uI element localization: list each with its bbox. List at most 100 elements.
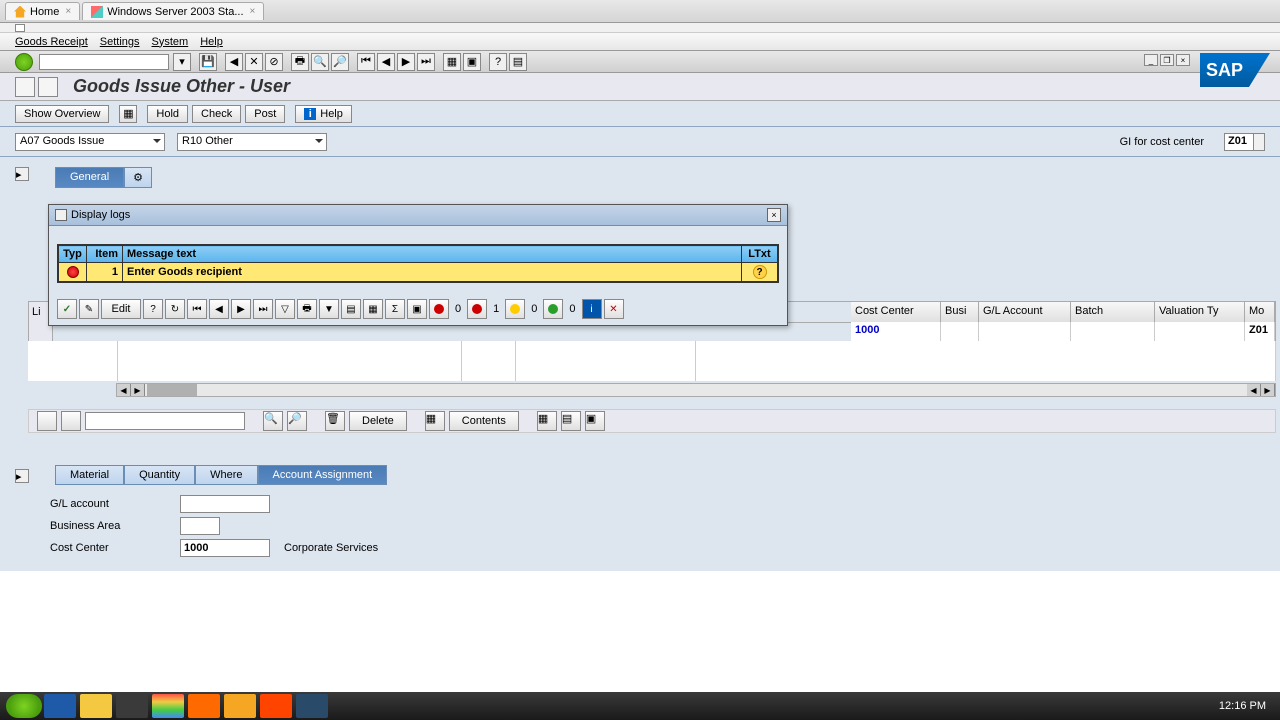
help-icon[interactable]: ?: [489, 53, 507, 71]
cell-mo[interactable]: Z01: [1245, 322, 1275, 341]
red2-filter-icon[interactable]: [467, 299, 487, 319]
log-row[interactable]: 1 Enter Goods recipient ?: [59, 263, 778, 282]
menu-settings[interactable]: Settings: [100, 36, 140, 48]
business-area-field[interactable]: [180, 517, 220, 535]
find-next-icon[interactable]: 🔎: [287, 411, 307, 431]
th-message[interactable]: Message text: [123, 246, 742, 263]
th-ltxt[interactable]: LTxt: [742, 246, 778, 263]
restore-icon[interactable]: ❐: [1160, 54, 1174, 66]
grid-header-batch[interactable]: Batch: [1071, 302, 1155, 322]
search-help-icon[interactable]: [1253, 133, 1265, 151]
exit-icon[interactable]: ✕: [245, 53, 263, 71]
cell-valuation[interactable]: [1155, 322, 1245, 341]
collapse-handle-2-icon[interactable]: ▸: [15, 469, 29, 483]
show-overview-button[interactable]: Show Overview: [15, 105, 109, 123]
last-page-icon[interactable]: ⏭: [417, 53, 435, 71]
grid-header-mo[interactable]: Mo: [1245, 302, 1275, 322]
title-icon-2[interactable]: [38, 77, 58, 97]
confirm-icon[interactable]: [57, 299, 77, 319]
edit-button[interactable]: Edit: [101, 299, 141, 319]
btn-icon-1[interactable]: [37, 411, 57, 431]
save-icon[interactable]: 💾: [199, 53, 217, 71]
cell-cost-center[interactable]: 1000: [851, 322, 941, 341]
start-button[interactable]: [6, 694, 42, 718]
grid-icon-2[interactable]: ▤: [561, 411, 581, 431]
btn-icon-2[interactable]: [61, 411, 81, 431]
help-button[interactable]: iHelp: [295, 105, 352, 123]
new-session-icon[interactable]: ▦: [443, 53, 461, 71]
info-icon[interactable]: i: [582, 299, 602, 319]
contents-icon[interactable]: ▦: [425, 411, 445, 431]
grid-icon-3[interactable]: ▣: [585, 411, 605, 431]
refresh-icon[interactable]: ↻: [165, 299, 185, 319]
layout-icon[interactable]: ▤: [509, 53, 527, 71]
th-typ[interactable]: Typ: [59, 246, 87, 263]
tab-config-icon[interactable]: ⚙: [124, 167, 152, 188]
close-icon[interactable]: ×: [1176, 54, 1190, 66]
tab-where[interactable]: Where: [195, 465, 257, 485]
horizontal-scrollbar[interactable]: ◀ ▶ ◀ ▶: [116, 383, 1276, 397]
dialog-close-icon[interactable]: ×: [767, 208, 781, 222]
sum-icon[interactable]: Σ: [385, 299, 405, 319]
dialog-titlebar[interactable]: Display logs ×: [49, 205, 787, 226]
taskbar-app-icon[interactable]: [116, 694, 148, 718]
tab-windows-server[interactable]: Windows Server 2003 Sta... ×: [82, 2, 264, 20]
layout-icon[interactable]: ▦: [363, 299, 383, 319]
taskbar-app2-icon[interactable]: [224, 694, 256, 718]
print-icon[interactable]: 🖶: [291, 53, 309, 71]
minimize-icon[interactable]: _: [1144, 54, 1158, 66]
scroll-right2-icon[interactable]: ▶: [1261, 384, 1275, 396]
filter-icon[interactable]: ▽: [275, 299, 295, 319]
taskbar-firefox-icon[interactable]: [188, 694, 220, 718]
scroll-left2-icon[interactable]: ◀: [1247, 384, 1261, 396]
grid-header-valuation[interactable]: Valuation Ty: [1155, 302, 1245, 322]
pencil-icon[interactable]: ✎: [79, 299, 99, 319]
close-icon[interactable]: ×: [65, 6, 71, 17]
yellow-filter-icon[interactable]: [505, 299, 525, 319]
taskbar-sap-icon[interactable]: [296, 694, 328, 718]
scroll-thumb[interactable]: [147, 384, 197, 396]
red-filter-icon[interactable]: [429, 299, 449, 319]
next-page-icon[interactable]: ▶: [397, 53, 415, 71]
scroll-right-icon[interactable]: ▶: [131, 384, 145, 396]
menu-help[interactable]: Help: [200, 36, 223, 48]
taskbar-chrome-icon[interactable]: [152, 694, 184, 718]
tab-general[interactable]: General: [55, 167, 124, 188]
taskbar-clock[interactable]: 12:16 PM: [1219, 700, 1274, 712]
back-icon[interactable]: ◀: [225, 53, 243, 71]
post-button[interactable]: Post: [245, 105, 285, 123]
taskbar-ie-icon[interactable]: [44, 694, 76, 718]
sort-icon[interactable]: ▼: [319, 299, 339, 319]
grid-icon-1[interactable]: ▦: [537, 411, 557, 431]
prev-page-icon[interactable]: ◀: [377, 53, 395, 71]
enter-icon[interactable]: [15, 53, 33, 71]
tab-account-assignment[interactable]: Account Assignment: [258, 465, 388, 485]
gl-account-field[interactable]: [180, 495, 270, 513]
prev-icon[interactable]: ◀: [209, 299, 229, 319]
close-icon[interactable]: ×: [250, 6, 256, 17]
title-icon-1[interactable]: [15, 77, 35, 97]
next-icon[interactable]: ▶: [231, 299, 251, 319]
th-item[interactable]: Item: [87, 246, 123, 263]
tab-material[interactable]: Material: [55, 465, 124, 485]
log-longtext[interactable]: ?: [742, 263, 778, 282]
action-combo[interactable]: A07 Goods Issue: [15, 133, 165, 151]
detail-icon[interactable]: ▣: [407, 299, 427, 319]
hold-button[interactable]: Hold: [147, 105, 188, 123]
trash-icon[interactable]: 🗑: [325, 411, 345, 431]
find-icon[interactable]: 🔍: [311, 53, 329, 71]
first-page-icon[interactable]: ⏮: [357, 53, 375, 71]
check-button[interactable]: Check: [192, 105, 241, 123]
contents-button[interactable]: Contents: [449, 411, 519, 431]
cell-busi[interactable]: [941, 322, 979, 341]
cost-center-field[interactable]: [180, 539, 270, 557]
refresh-icon[interactable]: ▦: [119, 105, 137, 123]
delete-button[interactable]: Delete: [349, 411, 407, 431]
grid-header-busi[interactable]: Busi: [941, 302, 979, 322]
taskbar-app3-icon[interactable]: [260, 694, 292, 718]
collapse-handle-icon[interactable]: ▸: [15, 167, 29, 181]
export-icon[interactable]: ▤: [341, 299, 361, 319]
first-icon[interactable]: ⏮: [187, 299, 207, 319]
help-icon[interactable]: ?: [143, 299, 163, 319]
ref-combo[interactable]: R10 Other: [177, 133, 327, 151]
